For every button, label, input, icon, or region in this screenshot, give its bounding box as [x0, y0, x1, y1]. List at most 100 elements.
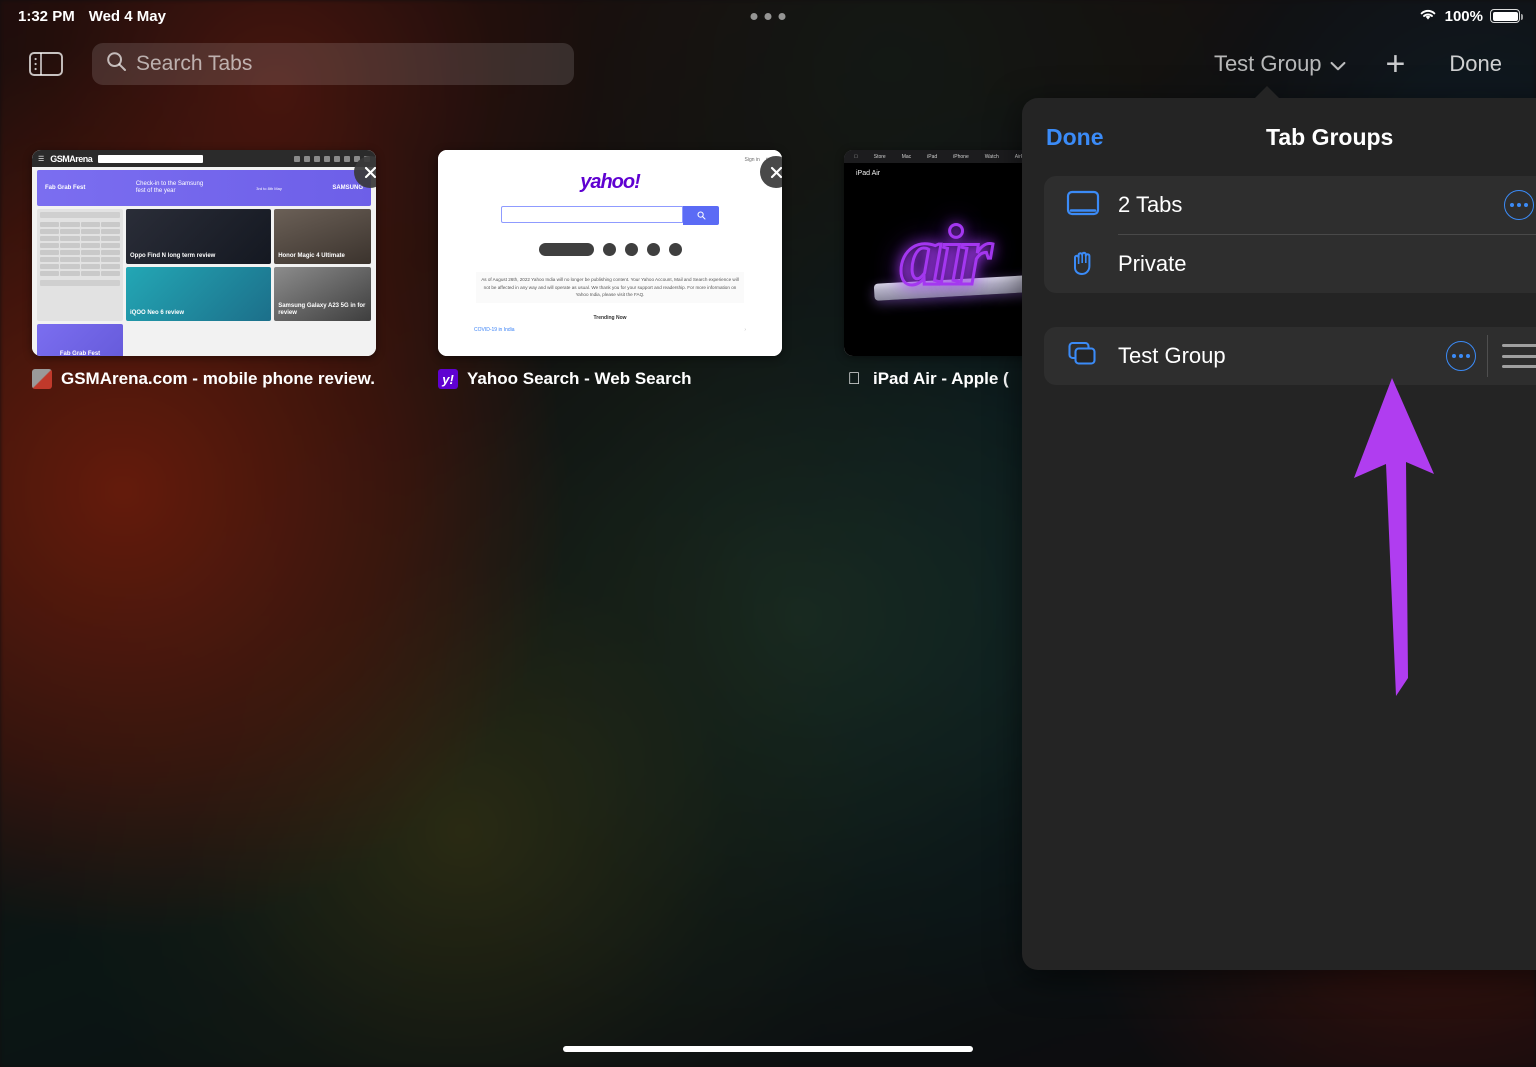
sidebar-toggle-icon[interactable]	[28, 49, 64, 79]
gsm-spec-column	[37, 209, 123, 321]
tab-label: GSMArena.com - mobile phone review...	[32, 369, 376, 389]
battery-percent-label: 100%	[1444, 7, 1483, 25]
tab-groups-popover: Done Tab Groups 2 Tabs Private Test Grou…	[1022, 86, 1536, 970]
yahoo-notice-text: As of August 26th, 2022 Yahoo India will…	[476, 272, 744, 303]
yahoo-trending-row: COVID-19 in India ›	[438, 321, 782, 333]
new-tab-button[interactable]: +	[1356, 47, 1436, 81]
chevron-down-icon	[1330, 51, 1346, 77]
gsm-nav: ☰ GSMArena	[32, 150, 376, 167]
search-placeholder: Search Tabs	[136, 52, 253, 75]
apple-nav-item[interactable]: Watch	[985, 154, 999, 160]
gsmarena-page-preview: ☰ GSMArena Fab Grab Fest Check-in to the…	[32, 150, 376, 356]
tab-groups-item-2-tabs[interactable]: 2 Tabs	[1044, 176, 1536, 234]
yahoo-search-button[interactable]	[683, 206, 719, 225]
gsm-article-tiles: Oppo Find N long term review Honor Magic…	[126, 209, 371, 321]
gsm-article-tile[interactable]: iQOO Neo 6 review	[126, 266, 272, 321]
tab-title: Yahoo Search - Web Search	[467, 369, 692, 388]
yahoo-favicon: y!	[438, 369, 458, 389]
gsm-article-tile[interactable]: Oppo Find N long term review	[126, 209, 272, 264]
gsm-article-2-title: Honor Magic 4 Ultimate	[278, 252, 345, 259]
tab-group-ellipsis-button[interactable]	[1446, 341, 1476, 371]
done-button[interactable]: Done	[1435, 45, 1516, 83]
gsm-article-tile[interactable]: Honor Magic 4 Ultimate	[274, 209, 371, 264]
gsm-article-tile[interactable]: Samsung Galaxy A23 5G in for review	[274, 266, 371, 321]
wifi-icon	[1418, 7, 1438, 26]
tab-groups-item-label: 2 Tabs	[1118, 192, 1183, 217]
status-date: Wed 4 May	[88, 7, 166, 25]
multitask-dot	[764, 12, 772, 20]
gsm-banner-left: Fab Grab Fest	[45, 185, 86, 191]
gsm-article-3-title: iQOO Neo 6 review	[130, 310, 185, 317]
gsm-promo-text: Fab Grab Fest	[59, 351, 101, 356]
yahoo-quicklink-icon[interactable]	[624, 243, 638, 256]
home-indicator[interactable]	[563, 1046, 973, 1052]
yahoo-covid-pill[interactable]	[538, 243, 594, 256]
hand-raised-icon	[1066, 247, 1100, 282]
drag-handle-icon[interactable]	[1502, 344, 1536, 368]
yahoo-quicklinks	[438, 243, 782, 256]
tab-square-icon	[1066, 189, 1100, 222]
gsm-banner-date: 3rd to 8th May	[256, 185, 282, 191]
battery-fill	[1492, 11, 1518, 21]
popover-spacer	[1022, 293, 1536, 327]
battery-icon	[1490, 9, 1523, 23]
apple-logo-icon: 	[854, 154, 858, 160]
tab-groups-named-card: Test Group	[1044, 327, 1536, 385]
apple-nav-item[interactable]: Store	[874, 154, 886, 160]
gsm-samsung-banner: Fab Grab Fest Check-in to the Samsung fe…	[37, 170, 371, 206]
status-bar-left: 1:32 PM Wed 4 May	[0, 8, 166, 25]
gsm-article-4-title: Samsung Galaxy A23 5G in for review	[278, 303, 366, 317]
yahoo-trending-arrow-icon: ›	[744, 326, 746, 333]
tab-group-row-test-group[interactable]: Test Group	[1044, 327, 1536, 385]
multitask-dot	[750, 12, 758, 20]
popover-header: Done Tab Groups	[1022, 98, 1536, 176]
apple-nav-item[interactable]: iPhone	[953, 154, 969, 160]
gsm-promo-banner: Fab Grab Fest	[37, 324, 123, 356]
apple-nav-item[interactable]: Mac	[902, 154, 911, 160]
multitasking-indicator[interactable]	[750, 12, 786, 20]
yahoo-page-preview: Sign in ✉ yahoo!	[438, 150, 782, 356]
gsm-search-box	[98, 154, 204, 163]
yahoo-topbar: Sign in ✉	[438, 150, 782, 163]
popover-title: Tab Groups	[1266, 123, 1394, 150]
tab-thumbnail-gsmarena[interactable]: ☰ GSMArena Fab Grab Fest Check-in to the…	[32, 150, 376, 356]
tab-group-switcher-button[interactable]: Test Group	[1204, 45, 1356, 83]
yahoo-search-input[interactable]	[501, 206, 683, 223]
status-bar: 1:32 PM Wed 4 May 100%	[0, 0, 1536, 32]
tab-overview-toolbar: Search Tabs Test Group + Done	[0, 32, 1536, 96]
gsmarena-favicon	[32, 369, 52, 389]
tab-groups-primary-card: 2 Tabs Private	[1044, 176, 1536, 293]
toolbar-right-actions: Test Group + Done	[1204, 45, 1536, 83]
apple-nav-item[interactable]: iPad	[927, 154, 937, 160]
yahoo-logo: yahoo!	[580, 171, 641, 193]
yahoo-quicklink-icon[interactable]	[602, 243, 616, 256]
yahoo-quicklink-icon[interactable]	[668, 243, 682, 256]
status-bar-right: 100%	[1418, 7, 1523, 26]
gsm-body: Oppo Find N long term review Honor Magic…	[32, 209, 376, 321]
tab-card[interactable]: ☰ GSMArena Fab Grab Fest Check-in to the…	[32, 150, 406, 389]
tab-thumbnail-yahoo[interactable]: Sign in ✉ yahoo!	[438, 150, 782, 356]
ellipsis-circle-icon[interactable]	[1504, 190, 1534, 220]
tab-card[interactable]: Sign in ✉ yahoo!	[438, 150, 812, 389]
search-input[interactable]: Search Tabs	[92, 43, 574, 85]
gsm-banner-center: Check-in to the Samsung fest of the year	[135, 180, 204, 194]
yahoo-quicklink-icon[interactable]	[646, 243, 660, 256]
status-time: 1:32 PM	[18, 7, 75, 25]
gsm-site-logo: GSMArena	[50, 153, 93, 164]
tab-label: y! Yahoo Search - Web Search	[438, 369, 782, 389]
tab-group-label: Test Group	[1118, 343, 1226, 368]
search-icon	[106, 51, 127, 77]
multitask-dot	[778, 12, 786, 20]
apple-hero-word: air	[898, 207, 993, 303]
gsm-article-1-title: Oppo Find N long term review	[130, 252, 216, 259]
tab-groups-item-private[interactable]: Private	[1044, 235, 1536, 293]
tab-title: GSMArena.com - mobile phone review...	[61, 369, 376, 388]
yahoo-signin-link[interactable]: Sign in	[745, 157, 760, 163]
tab-group-switcher-label: Test Group	[1213, 51, 1322, 76]
yahoo-trending-item[interactable]: COVID-19 in India	[474, 327, 515, 333]
tab-title: iPad Air - Apple (	[873, 369, 1009, 388]
stacked-squares-icon	[1066, 339, 1100, 374]
popover-done-button[interactable]: Done	[1046, 124, 1104, 151]
tab-groups-item-label: Private	[1118, 251, 1187, 276]
row-divider	[1487, 335, 1488, 377]
